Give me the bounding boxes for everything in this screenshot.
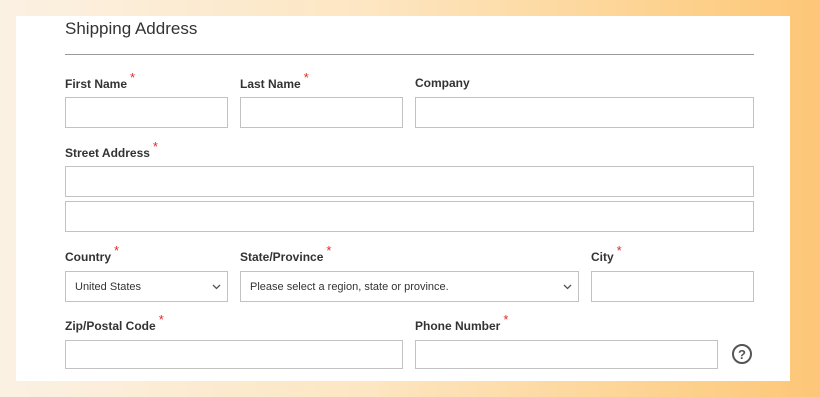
required-asterisk: * [152, 139, 158, 154]
country-label: Country * [65, 243, 120, 264]
company-label: Company [415, 76, 470, 90]
question-circle-icon[interactable]: ? [732, 344, 752, 364]
required-asterisk: * [503, 312, 509, 327]
required-asterisk: * [303, 70, 309, 85]
phone-number-label: Phone Number * [415, 312, 509, 333]
street-address-label: Street Address * [65, 139, 158, 160]
chevron-down-icon [556, 284, 578, 290]
required-asterisk: * [114, 243, 120, 258]
state-selected-value: Please select a region, state or provinc… [250, 280, 449, 293]
city-field[interactable] [591, 271, 754, 302]
required-asterisk: * [158, 312, 164, 327]
section-divider [65, 54, 754, 55]
country-selected-value: United States [75, 280, 142, 293]
last-name-label: Last Name * [240, 70, 309, 91]
first-name-field[interactable] [65, 97, 228, 128]
zip-postal-code-field[interactable] [65, 340, 403, 369]
state-province-label: State/Province * [240, 243, 332, 264]
last-name-field[interactable] [240, 97, 403, 128]
phone-number-field[interactable] [415, 340, 718, 369]
street-address-line-2-field[interactable] [65, 201, 754, 232]
first-name-label: First Name * [65, 70, 136, 91]
company-field[interactable] [415, 97, 754, 128]
shipping-address-form: Shipping Address First Name * Last Name * … [16, 16, 790, 381]
zip-postal-code-label: Zip/Postal Code * [65, 312, 164, 333]
chevron-down-icon [205, 284, 227, 290]
highlight-frame: Shipping Address First Name * Last Name * … [0, 0, 820, 397]
street-address-line-1-field[interactable] [65, 166, 754, 197]
required-asterisk: * [326, 243, 332, 258]
section-title: Shipping Address [65, 19, 198, 38]
state-province-select[interactable]: Please select a region, state or provinc… [240, 271, 579, 302]
country-select[interactable]: United States [65, 271, 228, 302]
required-asterisk: * [130, 70, 136, 85]
required-asterisk: * [616, 243, 622, 258]
city-label: City * [591, 243, 622, 264]
